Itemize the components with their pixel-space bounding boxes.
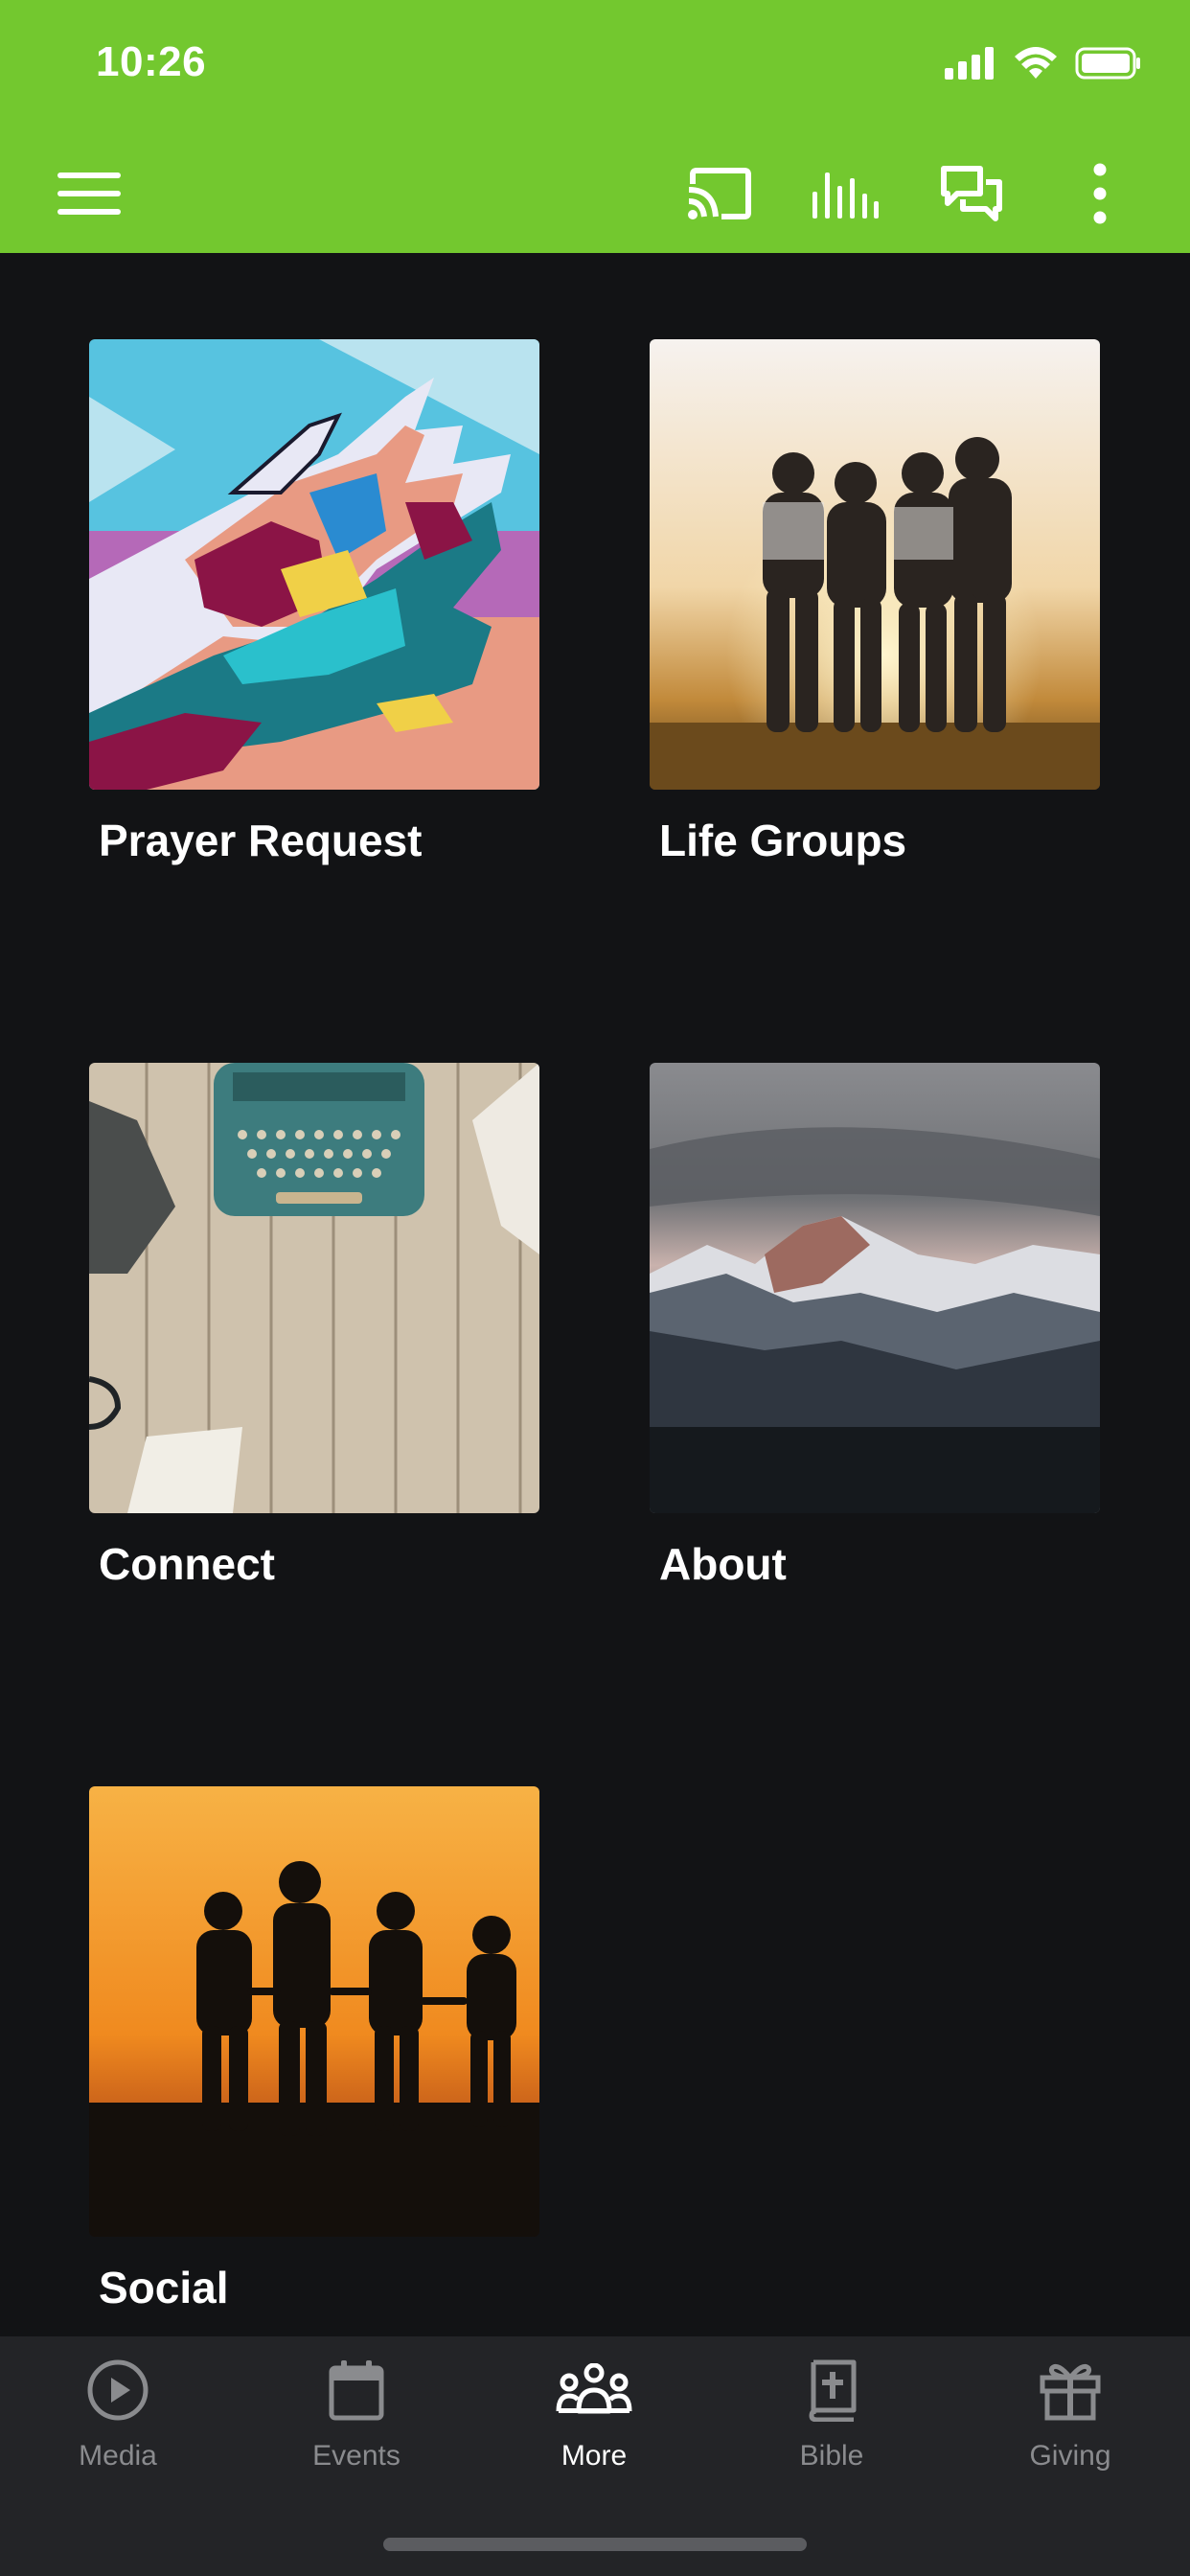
people-group-icon xyxy=(556,2362,632,2422)
menu-icon xyxy=(57,171,123,217)
chat-button[interactable] xyxy=(931,153,1012,234)
tile-life-groups[interactable]: Life Groups xyxy=(650,339,1100,866)
tile-label: Prayer Request xyxy=(99,816,423,865)
signal-icon xyxy=(945,46,996,84)
nav-label: Media xyxy=(79,2440,157,2472)
app-header: 10:26 xyxy=(0,0,1190,253)
home-indicator xyxy=(383,2538,807,2551)
nav-label: Events xyxy=(312,2440,400,2472)
chat-icon xyxy=(940,165,1003,222)
about-image xyxy=(650,1063,1100,1513)
nav-item-events[interactable]: Events xyxy=(261,2358,452,2472)
cast-icon xyxy=(685,167,752,220)
nav-label: More xyxy=(561,2440,628,2472)
nav-item-bible[interactable]: Bible xyxy=(736,2358,927,2472)
social-image xyxy=(89,1786,539,2237)
tile-about[interactable]: About xyxy=(650,1063,1100,1590)
nav-item-more[interactable]: More xyxy=(498,2358,690,2472)
tile-label: About xyxy=(659,1539,787,1589)
status-time: 10:26 xyxy=(96,38,207,85)
tile-prayer-request[interactable]: Prayer Request xyxy=(89,339,539,866)
status-icons xyxy=(945,46,1142,84)
menu-button[interactable] xyxy=(50,153,130,234)
wifi-icon xyxy=(1014,46,1058,84)
connect-image xyxy=(89,1063,539,1513)
tile-label: Connect xyxy=(99,1539,275,1589)
audio-bars-icon xyxy=(811,167,880,220)
calendar-icon xyxy=(328,2358,385,2426)
more-options-button[interactable] xyxy=(1060,153,1140,234)
nav-item-giving[interactable]: Giving xyxy=(974,2358,1166,2472)
battery-icon xyxy=(1075,47,1142,84)
play-circle-icon xyxy=(86,2358,149,2426)
nav-label: Giving xyxy=(1029,2440,1111,2472)
life-groups-image xyxy=(650,339,1100,790)
more-vertical-icon xyxy=(1093,163,1107,224)
tile-connect[interactable]: Connect xyxy=(89,1063,539,1590)
cast-button[interactable] xyxy=(678,153,759,234)
tile-label: Life Groups xyxy=(659,816,907,865)
nav-label: Bible xyxy=(799,2440,864,2472)
tile-label: Social xyxy=(99,2263,229,2312)
prayer-request-image xyxy=(89,339,539,790)
gift-icon xyxy=(1039,2358,1102,2426)
audio-button[interactable] xyxy=(805,153,885,234)
nav-item-media[interactable]: Media xyxy=(22,2358,214,2472)
tile-social[interactable]: Social xyxy=(89,1786,539,2313)
bible-icon xyxy=(806,2358,858,2426)
